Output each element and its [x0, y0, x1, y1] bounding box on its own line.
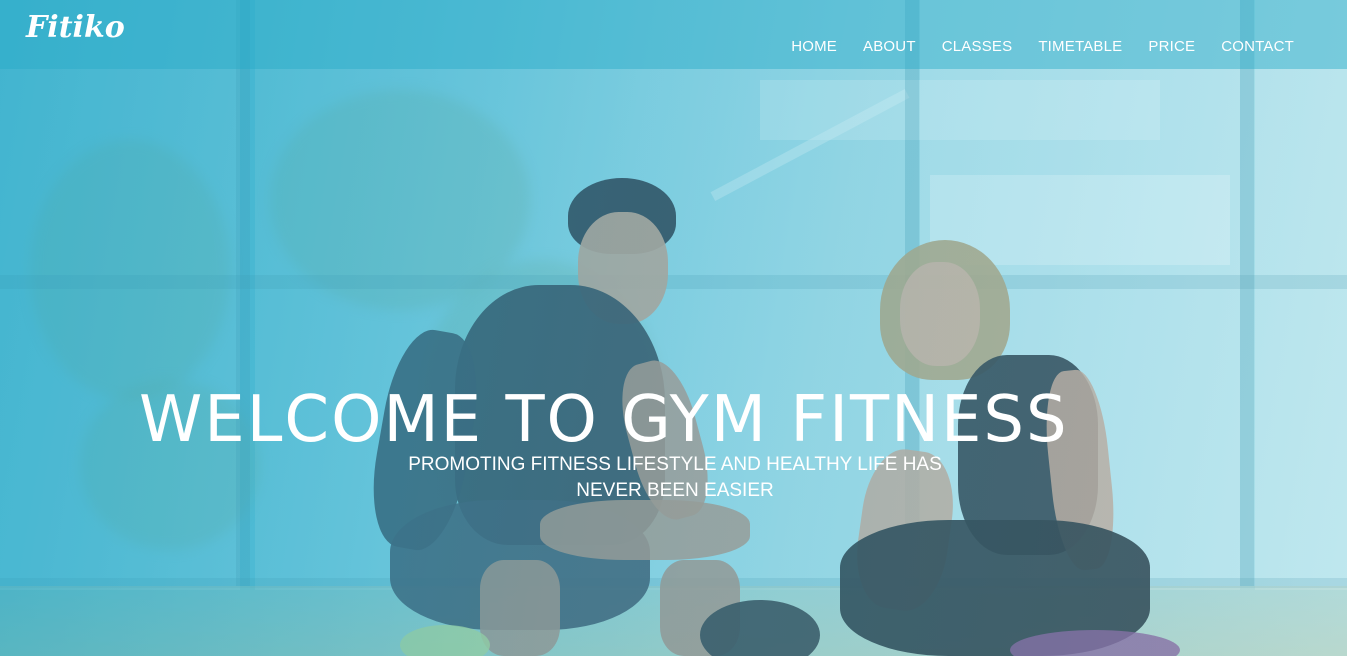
nav-item-price[interactable]: PRICE [1148, 38, 1195, 55]
main-nav: HOME ABOUT CLASSES TIMETABLE PRICE CONTA… [791, 38, 1294, 55]
hero-subtitle: PROMOTING FITNESS LIFESTYLE AND HEALTHY … [335, 452, 1015, 504]
hero-subtitle-line2: NEVER BEEN EASIER [576, 480, 774, 501]
hero-subtitle-line1: PROMOTING FITNESS LIFESTYLE AND HEALTHY … [408, 454, 942, 475]
nav-item-classes[interactable]: CLASSES [942, 38, 1013, 55]
nav-item-about[interactable]: ABOUT [863, 38, 916, 55]
nav-item-timetable[interactable]: TIMETABLE [1038, 38, 1122, 55]
site-header: Fitiko HOME ABOUT CLASSES TIMETABLE PRIC… [0, 0, 1347, 69]
hero-section: Fitiko HOME ABOUT CLASSES TIMETABLE PRIC… [0, 0, 1347, 656]
nav-item-contact[interactable]: CONTACT [1221, 38, 1294, 55]
nav-item-home[interactable]: HOME [791, 38, 837, 55]
logo[interactable]: Fitiko [26, 10, 125, 45]
hero-title: WELCOME TO GYM FITNESS [139, 382, 1069, 457]
color-overlay [0, 0, 1347, 656]
